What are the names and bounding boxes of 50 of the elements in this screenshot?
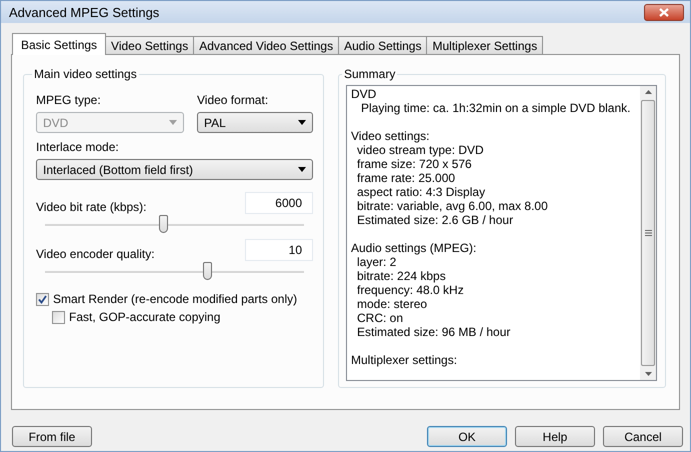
close-button[interactable] (644, 4, 684, 20)
from-file-button[interactable]: From file (12, 426, 92, 447)
summary-line: bitrate: variable, avg 6.00, max 8.00 (356, 199, 549, 213)
summary-line: video stream type: DVD (356, 143, 485, 157)
slider-thumb[interactable] (159, 215, 168, 233)
tab[interactable]: Multiplexer Settings (426, 36, 544, 54)
summary-heading: Multiplexer settings: (351, 353, 458, 367)
summary-line: Estimated size: 2.6 GB / hour (356, 213, 514, 227)
tab[interactable]: Basic Settings (12, 33, 106, 55)
summary-line: layer: 2 (356, 255, 398, 269)
summary-heading: Audio settings (MPEG): (351, 241, 476, 255)
dropdown[interactable]: PAL (197, 112, 313, 133)
caret-icon (169, 120, 177, 125)
number-field[interactable]: 6000 (245, 192, 313, 214)
dialog-button[interactable]: Cancel (603, 426, 683, 447)
checkbox[interactable] (36, 292, 49, 306)
summary-heading: DVD (351, 87, 376, 101)
slider-thumb[interactable] (203, 262, 212, 280)
summary-line: CRC: on (356, 311, 404, 325)
checkbox-label: Smart Render (re-encode modified parts only) (53, 292, 298, 306)
scrollbar-thumb[interactable] (641, 100, 655, 366)
field-label: MPEG type: (36, 93, 102, 107)
tab[interactable]: Video Settings (105, 36, 194, 54)
summary-line: bitrate: 224 kbps (356, 269, 447, 283)
summary-heading: Video settings: (351, 129, 430, 143)
field-label: Video format: (197, 93, 270, 107)
tab[interactable]: Advanced Video Settings (193, 36, 340, 54)
summary-line: mode: stereo (356, 297, 428, 311)
group-title: Summary (343, 67, 396, 81)
checkbox-label: Fast, GOP-accurate copying (69, 310, 220, 324)
summary-line: frequency: 48.0 kHz (356, 283, 465, 297)
window-title: Advanced MPEG Settings (9, 4, 160, 20)
close-icon (659, 8, 669, 16)
summary-line: frame rate: 25.000 (356, 171, 456, 185)
dialog-button[interactable]: Help (515, 426, 595, 447)
number-field[interactable]: 10 (245, 239, 313, 261)
summary-line: Estimated size: 96 MB / hour (356, 325, 512, 339)
field-label: Interlace mode: (36, 140, 120, 154)
checkbox[interactable] (52, 310, 65, 324)
caret-icon (298, 167, 306, 172)
summary-line: aspect ratio: 4:3 Display (356, 185, 486, 199)
dialog-button[interactable]: OK (427, 426, 507, 447)
field-label: Video bit rate (kbps): (36, 200, 147, 214)
group-title: Main video settings (33, 67, 138, 81)
summary-line: frame size: 720 x 576 (356, 157, 473, 171)
dropdown[interactable]: Interlaced (Bottom field first) (36, 159, 313, 180)
field-label: Video encoder quality: (36, 247, 155, 261)
summary-line: Playing time: ca. 1h:32min on a simple DVD blank. (360, 101, 632, 115)
caret-icon (298, 120, 306, 125)
tab[interactable]: Audio Settings (338, 36, 428, 54)
